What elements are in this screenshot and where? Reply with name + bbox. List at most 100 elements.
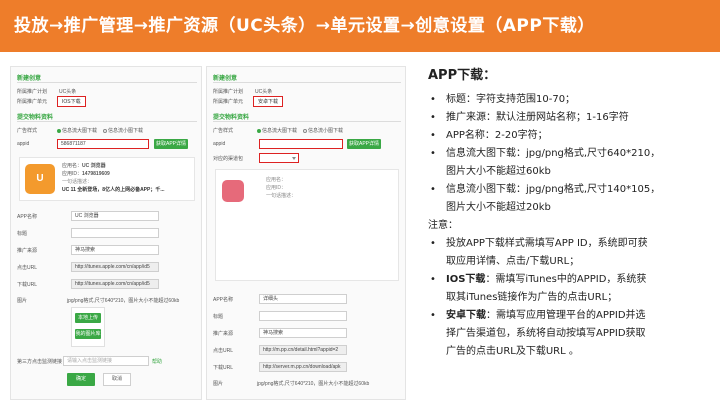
title-label: 标题	[213, 314, 224, 320]
card-app-name: 应用名：UC 浏览器	[62, 162, 106, 169]
style-label: 广告样式	[17, 128, 38, 134]
style-radio-big[interactable]: 信息流大图下载	[57, 127, 97, 134]
android-label: 安卓下载	[446, 310, 486, 321]
notes-title: APP下载：	[428, 68, 497, 83]
card-id-label: 应用ID：	[266, 185, 287, 191]
plan-label: 所属推广计划	[17, 89, 48, 95]
notes-panel: APP下载： 标题：字符支持范围10-70； 推广来源：默认注册网站名称；1-1…	[426, 64, 716, 361]
download-url-input[interactable]: http://server.m.pp.cn/download/apk	[259, 362, 347, 372]
divider	[213, 121, 401, 122]
download-url-input[interactable]: http://itunes.apple.com/cn/app/id5	[71, 279, 159, 289]
appid-input[interactable]	[259, 139, 343, 149]
source-input[interactable]: 神马搜索	[259, 328, 347, 338]
appid-input[interactable]: 586871187	[57, 139, 149, 149]
divider	[17, 82, 197, 83]
plan-value: UC头条	[59, 89, 77, 95]
ios-form-screenshot: 新建创意 所属推广计划 UC头条 所属推广单元 IOS下载 提交物料资料 广告样…	[10, 66, 202, 400]
style-opt-big-label: 信息流大图下载	[262, 128, 298, 134]
card-app-id: 应用ID：1479819609	[62, 170, 110, 177]
notice-item-continued: 取其iTunes链接作为广告的点击URL；	[446, 292, 618, 303]
local-upload-button[interactable]: 本地上传	[75, 313, 101, 323]
source-label: 推广来源	[17, 248, 38, 254]
card-desc-label: 一句话描述：	[62, 179, 93, 185]
notice-item-ios: IOS下载：需填写iTunes中的APPID，系统获	[426, 271, 716, 289]
android-text: ：需填写应用管理平台的APPID并选	[486, 310, 646, 321]
app-name-label: APP名称	[213, 297, 234, 303]
channel-label: 对应的渠道包	[213, 156, 244, 162]
unit-label: 所属推广单元	[213, 99, 244, 105]
style-opt-small-label: 信息流小图下载	[108, 128, 144, 134]
download-url-label: 下载URL	[17, 282, 38, 288]
unit-value-highlight: 安卓下载	[253, 96, 284, 107]
plan-value: UC头条	[255, 89, 273, 95]
style-radio-small[interactable]: 信息流小图下载	[303, 127, 343, 134]
style-radio-small[interactable]: 信息流小图下载	[103, 127, 143, 134]
notice-item: 投放APP下载样式需填写APP ID，系统即可获	[426, 235, 716, 253]
divider	[17, 121, 197, 122]
confirm-button[interactable]: 确定	[67, 373, 95, 386]
style-opt-small-label: 信息流小图下载	[308, 128, 344, 134]
help-link[interactable]: 帮助	[152, 358, 162, 365]
channel-select[interactable]	[259, 153, 299, 163]
click-url-input[interactable]: http://m.pp.cn/detail.html?appid=2	[259, 345, 347, 355]
style-radio-big[interactable]: 信息流大图下载	[257, 127, 297, 134]
title-label: 标题	[17, 231, 28, 237]
radio-off-icon	[303, 128, 307, 133]
note-item: 信息流大图下载：jpg/png格式,尺寸640*210，	[426, 145, 716, 163]
card-id-label: 应用ID：	[62, 171, 83, 177]
app-name-input[interactable]: 详细头	[259, 294, 347, 304]
card-name-value: UC 浏览器	[82, 163, 106, 169]
image-hint: jpg/png格式,尺寸640*210，图片大小不能超过60kb	[257, 381, 370, 387]
image-label: 图片	[17, 298, 28, 304]
click-url-label: 点击URL	[17, 265, 38, 271]
unit-label: 所属推广单元	[17, 99, 48, 105]
app-detail-card: U 应用名：UC 浏览器 应用ID：1479819609 一句话描述： UC 1…	[19, 157, 195, 201]
appid-label: appid	[17, 141, 30, 147]
section-new-creative: 新建创意	[17, 76, 42, 82]
app-detail-card: 应用名： 应用ID： 一句话描述：	[215, 169, 399, 281]
notice-list: 投放APP下载样式需填写APP ID，系统即可获 取应用详情、点击/下载URL；…	[426, 235, 716, 361]
radio-on-icon	[257, 128, 261, 133]
source-input[interactable]: 神马搜索	[71, 245, 159, 255]
section-new-creative: 新建创意	[213, 76, 238, 82]
notice-item-android: 安卓下载：需填写应用管理平台的APPID并选	[426, 307, 716, 325]
click-url-label: 点击URL	[213, 348, 234, 354]
title-input[interactable]	[259, 311, 347, 321]
card-name-label: 应用名：	[266, 177, 287, 183]
fetch-app-details-button[interactable]: 获取APP详情	[154, 139, 188, 149]
app-name-input[interactable]: UC 浏览器	[71, 211, 159, 221]
section-material: 提交物料资料	[17, 115, 54, 121]
slide: 投放→推广管理→推广资源（UC头条）→单元设置→创意设置（APP下载） 新建创意…	[0, 0, 720, 405]
unit-value-highlight: IOS下载	[57, 96, 86, 107]
download-url-label: 下载URL	[213, 365, 234, 371]
app-name-label: APP名称	[17, 214, 38, 220]
android-form-screenshot: 新建创意 所属推广计划 UC头条 所属推广单元 安卓下载 提交物料资料 广告样式…	[206, 66, 406, 400]
app-logo-icon	[222, 180, 244, 202]
note-item-continued: 图片大小不能超过60kb	[446, 166, 551, 177]
radio-off-icon	[103, 128, 107, 133]
monitor-label: 第三方点击监测链接	[17, 359, 63, 365]
style-opt-big-label: 信息流大图下载	[62, 128, 98, 134]
appid-label: appid	[213, 141, 226, 147]
divider	[213, 82, 401, 83]
notes-list: 标题：字符支持范围10-70； 推广来源：默认注册网站名称；1-16字符 APP…	[426, 91, 716, 217]
card-id-value: 1479819609	[82, 171, 110, 177]
monitor-input[interactable]: 请输入点击监测链接	[63, 356, 149, 366]
style-label: 广告样式	[213, 128, 234, 134]
note-item: 信息流小图下载：jpg/png格式,尺寸140*105，	[426, 181, 716, 199]
note-item-continued: 图片大小不能超过20kb	[446, 202, 551, 213]
image-label: 图片	[213, 381, 224, 387]
note-item: 推广来源：默认注册网站名称；1-16字符	[426, 109, 716, 127]
plan-label: 所属推广计划	[213, 89, 244, 95]
card-desc: UC 11 全新登场，8亿人的上网必备APP；千...	[62, 187, 165, 193]
my-image-library-button[interactable]: 我的图片库	[75, 329, 101, 339]
notice-item-continued: 广告的点击URL及下载URL 。	[446, 346, 579, 357]
click-url-input[interactable]: http://itunes.apple.com/cn/app/id5	[71, 262, 159, 272]
image-hint: jpg/png格式,尺寸640*210，图片大小不能超过60kb	[67, 298, 180, 304]
chevron-down-icon	[292, 157, 296, 160]
fetch-app-details-button[interactable]: 获取APP详情	[347, 139, 381, 149]
title-input[interactable]	[71, 228, 159, 238]
card-name-label: 应用名：	[62, 163, 83, 169]
cancel-button[interactable]: 取消	[103, 373, 131, 386]
ios-label: IOS下载	[446, 274, 486, 285]
